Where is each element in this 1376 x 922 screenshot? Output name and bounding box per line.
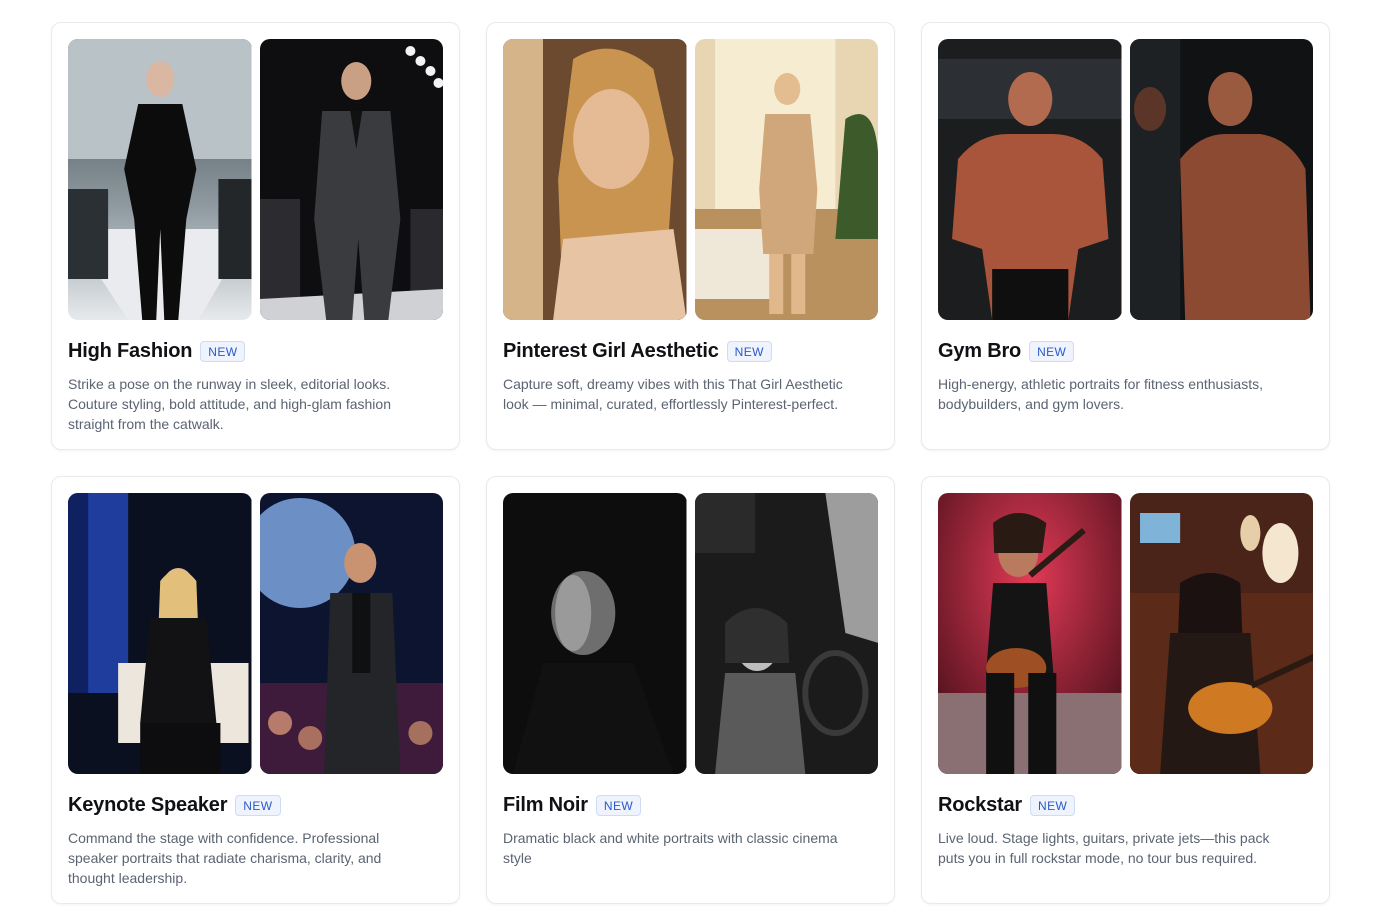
card-title: Pinterest Girl Aesthetic <box>503 339 719 362</box>
new-badge: NEW <box>200 340 246 362</box>
style-card-film-noir[interactable]: Film Noir NEW Dramatic black and white p… <box>486 476 895 904</box>
new-badge: NEW <box>1030 794 1076 816</box>
card-images <box>503 493 878 774</box>
new-badge: NEW <box>1029 340 1075 362</box>
woman-window-photo <box>503 39 687 320</box>
style-pack-grid: High Fashion NEW Strike a pose on the ru… <box>51 22 1330 904</box>
noir-woman-car-photo <box>694 493 878 774</box>
card-title-row: High Fashion NEW <box>68 339 443 363</box>
card-title-row: Rockstar NEW <box>938 793 1313 817</box>
card-description: Live loud. Stage lights, guitars, privat… <box>938 830 1270 866</box>
woman-mirror-selfie-photo <box>694 39 878 320</box>
card-images <box>938 493 1313 774</box>
card-images <box>503 39 878 320</box>
card-description: Strike a pose on the runway in sleek, ed… <box>68 376 391 432</box>
card-title: High Fashion <box>68 339 193 362</box>
card-images <box>68 39 443 320</box>
style-card-keynote-speaker[interactable]: Keynote Speaker NEW Command the stage wi… <box>51 476 460 904</box>
card-images <box>938 39 1313 320</box>
new-badge: NEW <box>726 340 772 362</box>
new-badge: NEW <box>235 794 281 816</box>
card-description: Dramatic black and white portraits with … <box>503 830 838 866</box>
new-badge: NEW <box>595 794 642 816</box>
woman-speaker-photo <box>68 493 252 774</box>
card-title: Gym Bro <box>938 339 1022 362</box>
card-description: High-energy, athletic portraits for fitn… <box>938 376 1264 412</box>
muscular-man-flexing-photo <box>938 39 1122 320</box>
card-title: Rockstar <box>938 793 1022 816</box>
muscular-man-mirror-photo <box>1129 39 1313 320</box>
card-title: Keynote Speaker <box>68 793 228 816</box>
card-title: Film Noir <box>503 793 588 816</box>
card-images <box>68 493 443 774</box>
man-speaker-photo <box>259 493 443 774</box>
card-title-row: Keynote Speaker NEW <box>68 793 443 817</box>
runway-man-photo <box>259 39 443 320</box>
card-title-row: Film Noir NEW <box>503 793 878 817</box>
card-title-row: Gym Bro NEW <box>938 339 1313 363</box>
card-title-row: Pinterest Girl Aesthetic NEW <box>503 339 878 363</box>
style-card-pinterest-girl-aesthetic[interactable]: Pinterest Girl Aesthetic NEW Capture sof… <box>486 22 895 450</box>
card-description: Command the stage with confidence. Profe… <box>68 830 382 886</box>
woman-guitar-jet-photo <box>1129 493 1313 774</box>
noir-man-photo <box>503 493 687 774</box>
card-description: Capture soft, dreamy vibes with this Tha… <box>503 376 843 412</box>
style-card-rockstar[interactable]: Rockstar NEW Live loud. Stage lights, gu… <box>921 476 1330 904</box>
style-card-gym-bro[interactable]: Gym Bro NEW High-energy, athletic portra… <box>921 22 1330 450</box>
rockstar-guitarist-photo <box>938 493 1122 774</box>
style-card-high-fashion[interactable]: High Fashion NEW Strike a pose on the ru… <box>51 22 460 450</box>
runway-woman-photo <box>68 39 252 320</box>
